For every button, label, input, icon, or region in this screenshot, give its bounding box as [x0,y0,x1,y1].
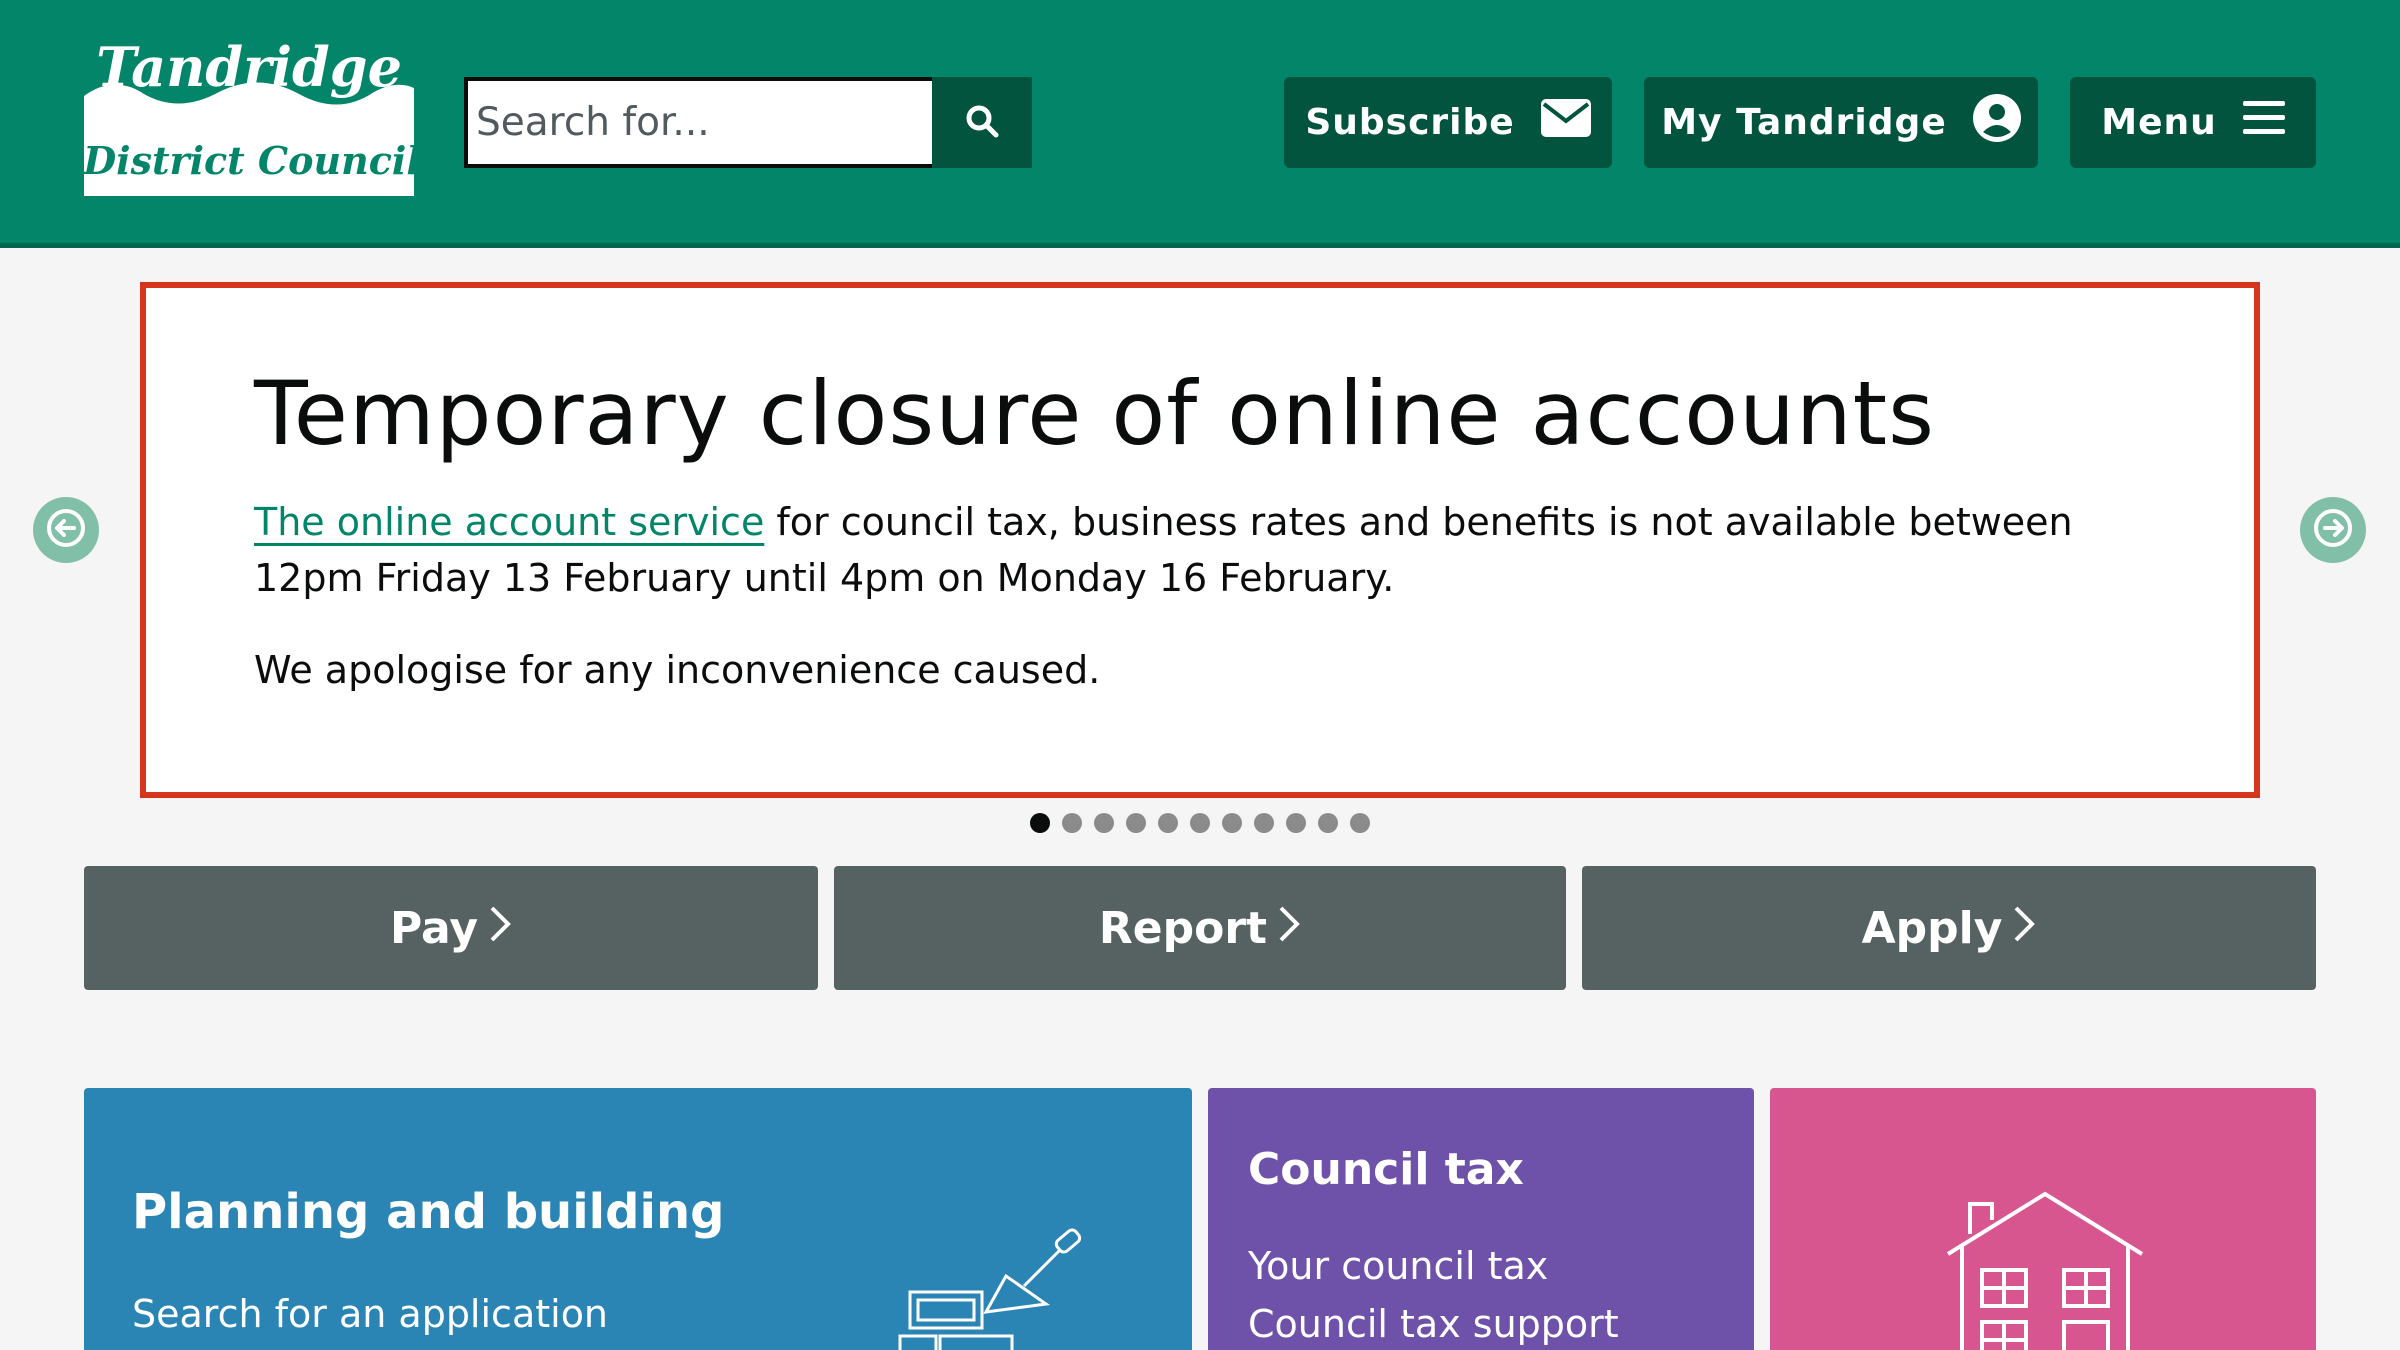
subscribe-label: Subscribe [1305,102,1515,143]
bricks-trowel-icon [896,1228,1096,1350]
notice-body: The online account service for council t… [254,494,2154,606]
council-tax-link-support[interactable]: Council tax support [1248,1302,1619,1346]
carousel-dot[interactable] [1254,813,1274,833]
carousel-dot[interactable] [1062,813,1082,833]
arrow-left-icon [44,506,88,554]
tandridge-logo[interactable]: Tandridge District Council [84,44,414,196]
carousel-dot[interactable] [1190,813,1210,833]
subscribe-button[interactable]: Subscribe [1284,77,1612,168]
council-tax-link-your-council-tax[interactable]: Your council tax [1248,1244,1548,1288]
site-search [464,77,1032,168]
house-icon [1940,1188,2150,1350]
user-circle-icon [1972,94,2021,151]
pay-button[interactable]: Pay [84,866,818,990]
carousel-dots [1030,813,1370,833]
notice-title: Temporary closure of online accounts [254,362,1935,465]
my-tandridge-button[interactable]: My Tandridge [1644,77,2038,168]
site-header: Tandridge District Council Subscribe My … [0,0,2400,248]
logo-text-tandridge: Tandridge [96,44,402,99]
arrow-right-icon [2311,506,2355,554]
chevron-right-icon [1277,900,1301,956]
menu-label: Menu [2101,102,2217,143]
council-tax-title[interactable]: Council tax [1248,1144,1524,1195]
carousel-dot[interactable] [1094,813,1114,833]
council-tax-tile[interactable]: Council tax Your council tax Council tax… [1208,1088,1754,1350]
hamburger-icon [2242,100,2285,145]
search-input[interactable] [464,77,932,168]
report-label: Report [1098,902,1268,954]
planning-title[interactable]: Planning and building [132,1184,724,1240]
carousel-dot[interactable] [1286,813,1306,833]
envelope-icon [1540,99,1591,146]
carousel-dot[interactable] [1158,813,1178,833]
search-icon [964,103,1000,143]
carousel-dot[interactable] [1318,813,1338,833]
notice-apology: We apologise for any inconvenience cause… [254,648,1101,692]
carousel-dot[interactable] [1350,813,1370,833]
housing-tile[interactable] [1770,1088,2316,1350]
carousel-dot[interactable] [1222,813,1242,833]
planning-link-search-application[interactable]: Search for an application [132,1292,608,1336]
planning-tile[interactable]: Planning and building Search for an appl… [84,1088,1192,1350]
chevron-right-icon [2012,900,2036,956]
logo-text-council: District Council [84,138,414,183]
apply-label: Apply [1861,902,2003,954]
carousel-previous-button[interactable] [33,497,99,563]
carousel-dot[interactable] [1030,813,1050,833]
apply-button[interactable]: Apply [1582,866,2316,990]
menu-button[interactable]: Menu [2070,77,2316,168]
my-tandridge-label: My Tandridge [1661,102,1947,143]
notice-slide: Temporary closure of online accounts The… [140,282,2260,798]
carousel-dot[interactable] [1126,813,1146,833]
carousel-next-button[interactable] [2300,497,2366,563]
report-button[interactable]: Report [834,866,1566,990]
search-button[interactable] [932,77,1032,168]
chevron-right-icon [488,900,512,956]
pay-label: Pay [389,902,479,954]
online-account-service-link[interactable]: The online account service [254,500,764,544]
